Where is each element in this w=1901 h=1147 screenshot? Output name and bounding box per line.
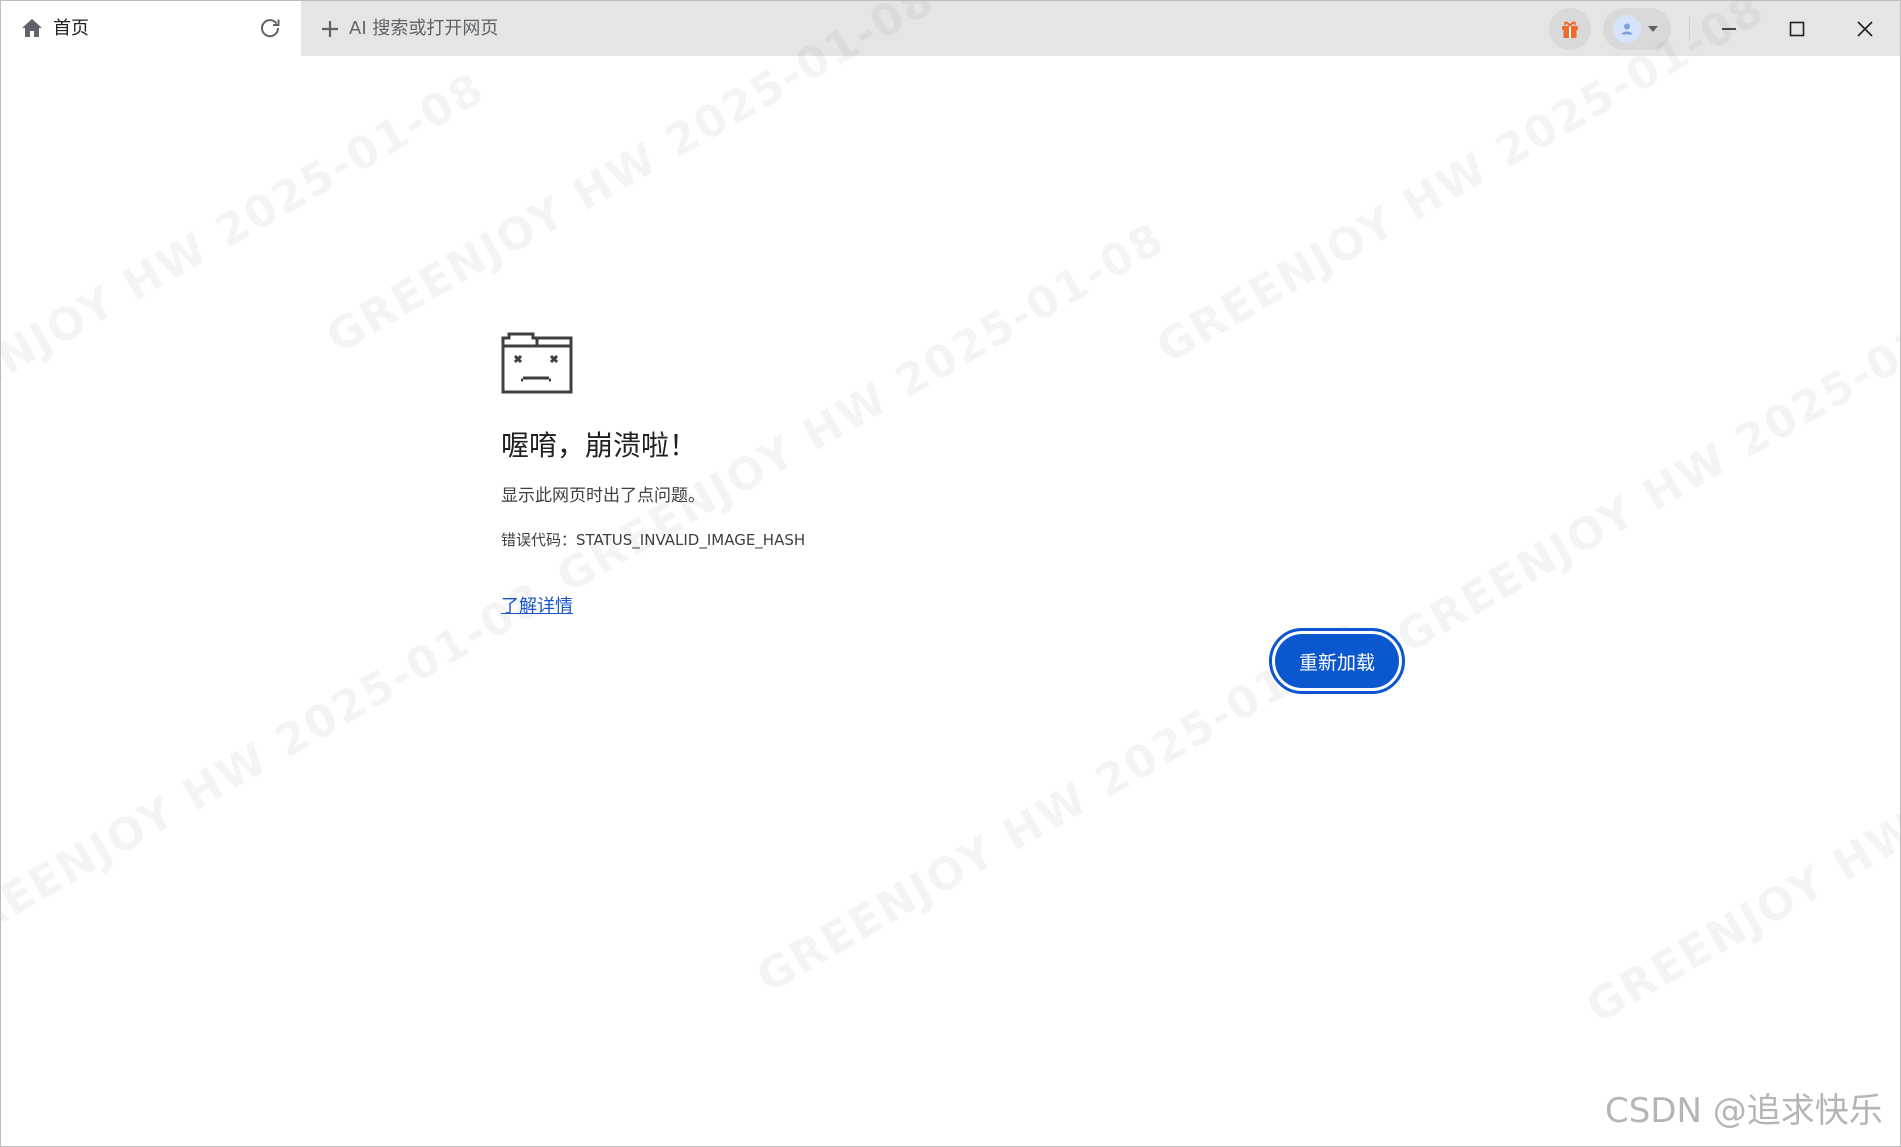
browser-window: 首页 AI 搜索或打开网页 喔唷，崩溃啦！ 显示此网页时出了点问题。 错误代码：… — [0, 0, 1901, 1147]
watermark-text: GREENJOY HW 2025-01-08 — [1148, 1, 1773, 374]
error-code-line: 错误代码：STATUS_INVALID_IMAGE_HASH — [501, 530, 805, 550]
learn-more-link[interactable]: 了解详情 — [501, 595, 573, 619]
error-page: GREENJOY HW 2025-01-08 GREENJOY HW 2025-… — [1, 1, 1900, 1146]
watermark-text: GREENJOY HW 2025-01-08 — [1578, 643, 1900, 1033]
tab-home[interactable]: 首页 — [1, 1, 301, 56]
minimize-icon — [1722, 27, 1736, 30]
home-icon — [22, 19, 42, 37]
reload-icon[interactable] — [259, 17, 281, 39]
plus-icon — [322, 21, 338, 37]
new-tab-label: AI 搜索或打开网页 — [349, 18, 499, 39]
gift-icon — [1562, 21, 1578, 38]
avatar-icon — [1621, 23, 1633, 35]
watermark-text: GREENJOY HW 2025-01-08 — [1, 63, 493, 453]
close-button[interactable] — [1832, 1, 1898, 56]
watermark-text: GREENJOY HW 2025-01-08 — [1388, 273, 1900, 663]
error-code: STATUS_INVALID_IMAGE_HASH — [576, 531, 806, 549]
minimize-button[interactable] — [1696, 1, 1762, 56]
new-tab-button[interactable]: AI 搜索或打开网页 — [319, 15, 498, 43]
profile-button[interactable] — [1603, 8, 1671, 50]
toolbar-divider — [1689, 17, 1690, 39]
watermark-text: GREENJOY HW 2025-01-08 — [1, 573, 553, 963]
error-description: 显示此网页时出了点问题。 — [501, 486, 705, 506]
credit-watermark: CSDN @追求快乐 — [1605, 1091, 1883, 1131]
maximize-button[interactable] — [1764, 1, 1830, 56]
gift-button[interactable] — [1549, 8, 1591, 50]
maximize-icon — [1789, 21, 1805, 36]
tab-bar: 首页 AI 搜索或打开网页 — [1, 1, 1900, 56]
error-code-label: 错误代码： — [501, 531, 577, 549]
close-icon — [1857, 20, 1873, 37]
error-title: 喔唷，崩溃啦！ — [501, 429, 698, 462]
chevron-down-icon — [1648, 26, 1658, 32]
tab-home-label: 首页 — [53, 18, 89, 39]
sad-folder-icon — [501, 332, 573, 394]
reload-page-button[interactable]: 重新加载 — [1269, 628, 1405, 694]
reload-page-label: 重新加载 — [1275, 634, 1399, 688]
avatar — [1613, 15, 1641, 43]
